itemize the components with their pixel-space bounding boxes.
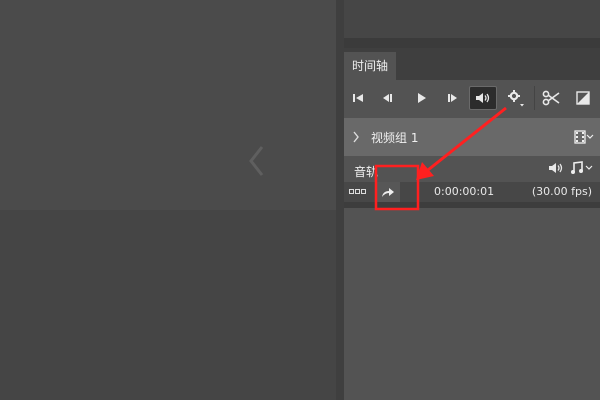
render-video-button[interactable] bbox=[376, 182, 400, 202]
skip-to-first-frame-icon bbox=[353, 94, 363, 102]
panel-header-strip[interactable] bbox=[344, 38, 600, 48]
split-at-playhead-button[interactable] bbox=[540, 86, 562, 110]
previous-frame-button[interactable] bbox=[380, 86, 396, 110]
video-group-label: 视频组 1 bbox=[371, 131, 419, 145]
panel-gutter bbox=[336, 0, 344, 400]
audio-track-row[interactable]: 音轨 bbox=[344, 158, 600, 180]
panel-tab-bar: 时间轴 bbox=[344, 48, 600, 80]
chevron-right-icon[interactable] bbox=[352, 131, 360, 143]
mute-audio-button[interactable] bbox=[469, 86, 497, 110]
timeline-panel: 时间轴 视频组 1 音轨 0:00:00:01 (30.00 fps) bbox=[344, 38, 600, 400]
gear-icon bbox=[508, 90, 524, 107]
timeline-status-bar: 0:00:00:01 (30.00 fps) bbox=[344, 182, 600, 202]
video-group-track[interactable]: 视频组 1 bbox=[344, 118, 600, 156]
first-frame-button[interactable] bbox=[350, 86, 366, 110]
audio-track-label: 音轨 bbox=[354, 165, 379, 179]
settings-button[interactable] bbox=[504, 86, 528, 110]
document-canvas-area bbox=[0, 0, 336, 400]
film-strip-icon[interactable] bbox=[574, 130, 594, 144]
previous-frame-icon bbox=[383, 94, 392, 102]
transition-icon bbox=[576, 91, 590, 105]
frame-view-icon[interactable] bbox=[349, 189, 367, 195]
toolbar-separator bbox=[534, 86, 535, 110]
next-frame-button[interactable] bbox=[444, 86, 460, 110]
transition-button[interactable] bbox=[572, 86, 594, 110]
collapse-panel-chevron-icon[interactable] bbox=[244, 144, 270, 178]
music-note-icon[interactable] bbox=[570, 161, 596, 175]
timeline-toolbar bbox=[344, 80, 600, 116]
render-video-icon bbox=[382, 188, 394, 197]
play-button[interactable] bbox=[414, 86, 430, 110]
speaker-icon bbox=[476, 93, 490, 103]
tab-timeline[interactable]: 时间轴 bbox=[344, 52, 396, 80]
document-canvas bbox=[0, 0, 336, 210]
scissors-icon bbox=[542, 90, 560, 106]
timeline-scrollbar[interactable] bbox=[344, 202, 600, 208]
frame-rate: (30.00 fps) bbox=[531, 185, 592, 198]
next-frame-icon bbox=[448, 94, 457, 102]
play-icon bbox=[418, 93, 426, 103]
current-timecode: 0:00:00:01 bbox=[434, 185, 495, 198]
speaker-icon[interactable] bbox=[548, 162, 564, 174]
